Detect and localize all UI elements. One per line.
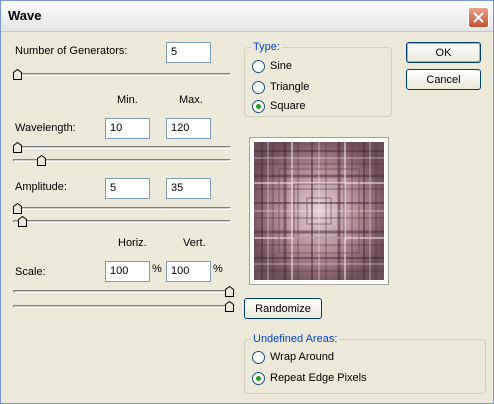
scale-horiz-unit: % — [152, 263, 162, 275]
wavelength-min-slider[interactable] — [13, 142, 231, 155]
wavelength-max-slider[interactable] — [13, 155, 231, 168]
slider-track — [13, 305, 235, 308]
type-option-label: Sine — [270, 60, 293, 72]
scale-horiz-slider[interactable] — [13, 286, 235, 299]
undefined-areas-legend: Undefined Areas: — [251, 333, 340, 345]
slider-thumb[interactable] — [13, 203, 22, 214]
undefined-option-label: Repeat Edge Pixels — [270, 372, 367, 384]
max-header: Max. — [179, 94, 203, 106]
horiz-header: Horiz. — [118, 237, 147, 249]
slider-track — [13, 146, 231, 149]
slider-thumb[interactable] — [13, 69, 22, 80]
window-title: Wave — [8, 8, 42, 23]
generators-label: Number of Generators: — [15, 45, 128, 57]
slider-track — [13, 207, 231, 210]
amplitude-min-slider[interactable] — [13, 203, 231, 216]
radio-wrap-around[interactable] — [252, 350, 265, 364]
scale-vert-unit: % — [213, 263, 223, 275]
type-option-square[interactable]: Square — [252, 98, 305, 114]
radio-sine[interactable] — [252, 59, 265, 73]
wave-preview — [249, 137, 389, 285]
type-option-label: Square — [270, 100, 306, 112]
undefined-areas-group: Undefined Areas: Wrap Around Repeat Edge… — [244, 333, 486, 394]
slider-thumb[interactable] — [225, 301, 234, 312]
scale-horiz-field[interactable]: 100 — [105, 261, 150, 282]
undefined-option-repeat-edge[interactable]: Repeat Edge Pixels — [252, 370, 367, 386]
slider-thumb[interactable] — [18, 216, 27, 227]
amplitude-label: Amplitude: — [15, 181, 67, 193]
preview-image — [254, 142, 384, 280]
ok-button[interactable]: OK — [406, 42, 481, 63]
scale-label: Scale: — [15, 266, 46, 278]
title-bar: Wave — [1, 1, 493, 32]
slider-thumb[interactable] — [37, 155, 46, 166]
type-option-sine[interactable]: Sine — [252, 58, 292, 74]
radio-triangle[interactable] — [252, 80, 265, 94]
type-legend: Type: — [251, 41, 282, 53]
amplitude-max-field[interactable]: 35 — [166, 178, 211, 199]
scale-vert-slider[interactable] — [13, 301, 235, 314]
randomize-button[interactable]: Randomize — [244, 298, 322, 319]
type-option-label: Triangle — [270, 81, 310, 93]
wave-dialog: Wave Number of Generators: 5 Min. Max. W… — [0, 0, 494, 404]
radio-square[interactable] — [252, 99, 265, 113]
slider-track — [13, 73, 231, 76]
undefined-option-wrap-around[interactable]: Wrap Around — [252, 349, 334, 365]
close-button[interactable] — [468, 7, 489, 28]
scale-vert-field[interactable]: 100 — [166, 261, 211, 282]
generators-field[interactable]: 5 — [166, 42, 211, 63]
slider-thumb[interactable] — [13, 142, 22, 153]
cancel-button[interactable]: Cancel — [406, 69, 481, 90]
min-header: Min. — [117, 94, 138, 106]
close-icon — [473, 12, 484, 23]
type-group: Type: Sine Triangle Square — [244, 41, 392, 117]
amplitude-min-field[interactable]: 5 — [105, 178, 150, 199]
type-option-triangle[interactable]: Triangle — [252, 79, 309, 95]
slider-track — [13, 290, 235, 293]
slider-track — [13, 220, 231, 223]
radio-repeat-edge[interactable] — [252, 371, 265, 385]
wavelength-min-field[interactable]: 10 — [105, 118, 150, 139]
undefined-option-label: Wrap Around — [270, 351, 335, 363]
vert-header: Vert. — [183, 237, 206, 249]
wavelength-max-field[interactable]: 120 — [166, 118, 211, 139]
amplitude-max-slider[interactable] — [13, 216, 231, 229]
generators-slider[interactable] — [13, 69, 231, 82]
wavelength-label: Wavelength: — [15, 122, 76, 134]
slider-thumb[interactable] — [225, 286, 234, 297]
